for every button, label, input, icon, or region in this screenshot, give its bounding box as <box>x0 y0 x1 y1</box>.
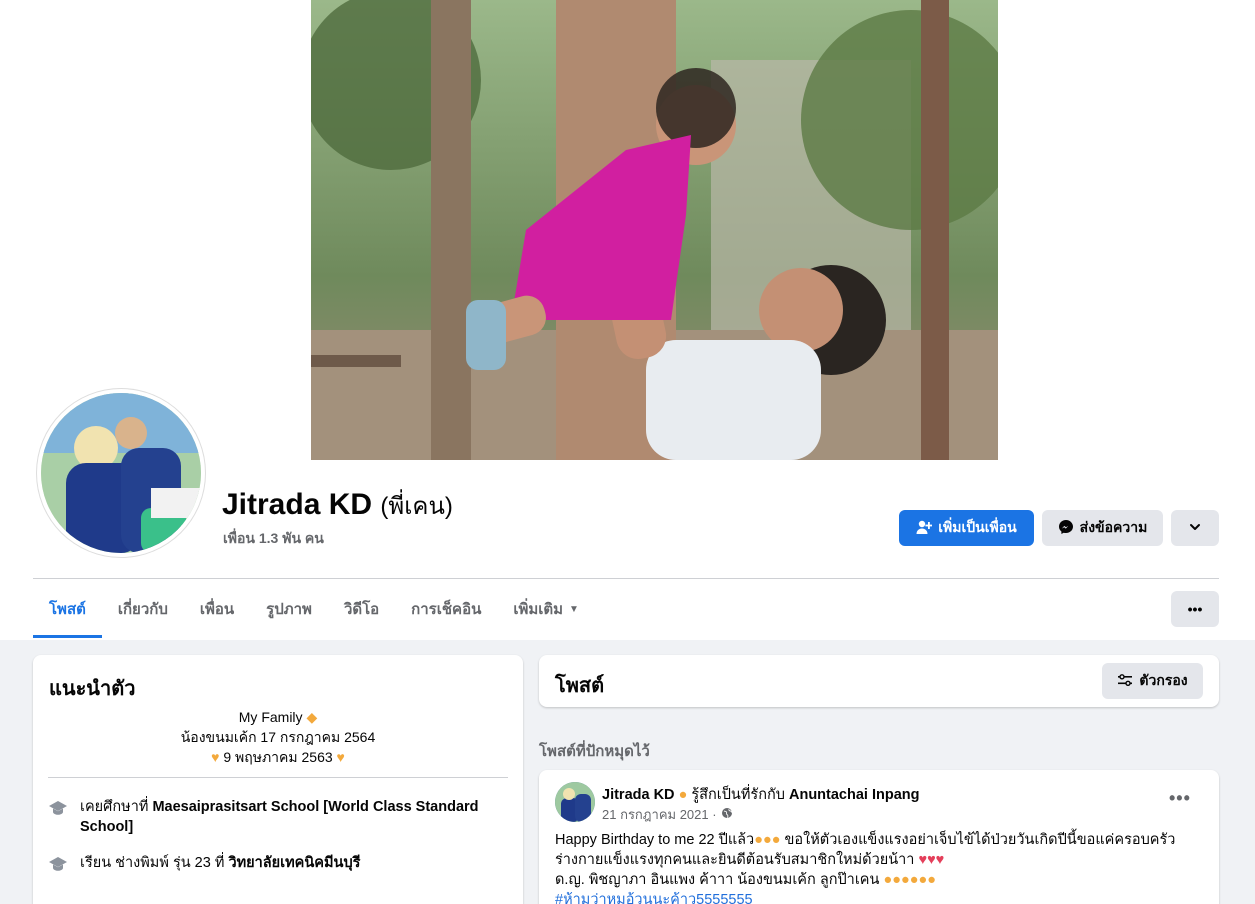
profile-tabs: โพสต์ เกี่ยวกับ เพื่อน รูปภาพ วิดีโอ การ… <box>33 580 595 638</box>
posts-title: โพสต์ <box>555 675 605 697</box>
family-emoji-icon: ◆ <box>306 709 318 725</box>
tab-label: รูปภาพ <box>266 601 312 618</box>
cover-photo[interactable] <box>311 0 998 460</box>
message-button[interactable]: ส่งข้อความ <box>1042 510 1163 546</box>
post-text: Happy Birthday to me 22 ปีแล้ว●●● ขอให้ต… <box>555 830 1205 904</box>
post-date[interactable]: 21 กรกฎาคม 2021 · <box>602 804 717 825</box>
post-hashtag[interactable]: #ห้ามว่าหมอ้วนนะค้าว5555555 <box>555 892 753 904</box>
profile-options-button[interactable]: ••• <box>1171 591 1219 627</box>
add-friend-label: เพิ่มเป็นเพื่อน <box>938 519 1017 535</box>
filter-button[interactable]: ตัวกรอง <box>1102 663 1203 699</box>
more-dots-icon: ••• <box>1187 601 1203 617</box>
friend-count[interactable]: เพื่อน 1.3 พัน คน <box>223 528 324 550</box>
tagged-person[interactable]: Anuntachai Inpang <box>789 787 920 803</box>
graduation-cap-icon <box>48 798 68 818</box>
pinned-post: Jitrada KD ● รู้สึกเป็นที่รักกับ Anuntac… <box>539 770 1219 904</box>
tab-photos[interactable]: รูปภาพ <box>250 580 328 638</box>
education-prefix: เคยศึกษาที่ <box>80 799 149 815</box>
intro-card: แนะนำตัว My Family ◆ น้องขนมเค้ก 17 กรกฎ… <box>33 655 523 904</box>
pinned-posts-label: โพสต์ที่ปักหมุดไว้ <box>539 743 650 760</box>
profile-header: Jitrada KD (พี่เคน) เพื่อน 1.3 พัน คน เพ… <box>0 0 1255 640</box>
tab-checkins[interactable]: การเช็คอิน <box>395 580 497 638</box>
post-line-1b: ขอให้ตัวเองแข็งแรงอย่าเจ็บไข้ได้ป่วยวันเ… <box>784 832 1176 848</box>
party-face-icon: ●●●●●● <box>883 872 936 888</box>
post-meta: 21 กรกฎาคม 2021 · <box>602 804 733 825</box>
school-link[interactable]: วิทยาลัยเทคนิคมีนบุรี <box>228 855 360 871</box>
education-prefix: เรียน ช่างพิมพ์ รุ่น 23 ที่ <box>80 855 225 871</box>
filter-label: ตัวกรอง <box>1139 672 1188 688</box>
post-options-button[interactable]: ••• <box>1169 788 1191 809</box>
education-row: เคยศึกษาที่ Maesaiprasitsart School [Wor… <box>48 797 510 837</box>
posts-header-card: โพสต์ ตัวกรอง <box>539 655 1219 707</box>
tab-label: เพิ่มเติม <box>513 601 564 618</box>
yellow-heart-icon: ♥ <box>336 749 345 765</box>
profile-avatar[interactable] <box>37 389 205 557</box>
post-line-1: Happy Birthday to me 22 ปีแล้ว <box>555 832 755 848</box>
intro-divider <box>48 777 508 778</box>
header-divider <box>33 578 1219 579</box>
add-friend-icon <box>916 519 933 538</box>
profile-name: Jitrada KD (พี่เคน) <box>222 486 453 526</box>
post-author-avatar[interactable] <box>555 782 595 822</box>
post-feeling: รู้สึกเป็นที่รักกับ <box>691 787 785 803</box>
filter-sliders-icon <box>1117 672 1133 691</box>
globe-icon <box>721 807 733 822</box>
messenger-icon <box>1058 519 1074 538</box>
tab-posts[interactable]: โพสต์ <box>33 580 102 638</box>
message-label: ส่งข้อความ <box>1079 519 1148 535</box>
intro-title: แนะนำตัว <box>49 678 136 700</box>
tab-more[interactable]: เพิ่มเติม ▼ <box>497 580 595 638</box>
graduation-cap-icon <box>48 854 68 874</box>
tab-label: โพสต์ <box>49 601 86 618</box>
tab-label: เกี่ยวกับ <box>117 601 168 618</box>
yellow-heart-icon: ♥ <box>211 749 220 765</box>
tab-friends[interactable]: เพื่อน <box>184 580 250 638</box>
tab-about[interactable]: เกี่ยวกับ <box>102 580 184 638</box>
tab-label: วิดีโอ <box>343 601 380 618</box>
post-author-name[interactable]: Jitrada KD <box>602 787 675 803</box>
tab-label: เพื่อน <box>199 601 235 618</box>
tab-videos[interactable]: วิดีโอ <box>328 580 395 638</box>
intro-bio: My Family ◆ น้องขนมเค้ก 17 กรกฎาคม 2564 … <box>33 707 523 767</box>
post-header: Jitrada KD ● รู้สึกเป็นที่รักกับ Anuntac… <box>602 783 920 806</box>
tab-label: การเช็คอิน <box>411 601 482 618</box>
feeling-loved-icon: ● <box>678 787 688 803</box>
profile-name-text: Jitrada KD <box>222 488 373 521</box>
education-row: เรียน ช่างพิมพ์ รุ่น 23 ที่ วิทยาลัยเทคน… <box>48 853 510 874</box>
profile-alternate-name: (พี่เคน) <box>380 493 453 520</box>
bio-line-3: 9 พฤษภาคม 2563 <box>223 749 333 765</box>
bio-line-2: น้องขนมเค้ก 17 กรกฎาคม 2564 <box>180 729 376 745</box>
add-friend-button[interactable]: เพิ่มเป็นเพื่อน <box>899 510 1034 546</box>
post-line-3: ด.ญ. พิชญาภา อินแพง ค้าาา น้องขนมเค้ก ลู… <box>555 872 880 888</box>
party-face-icon: ●●● <box>754 832 781 848</box>
heart-icon: ♥♥♥ <box>918 852 945 868</box>
caret-down-icon: ▼ <box>569 603 579 615</box>
more-actions-button[interactable] <box>1171 510 1219 546</box>
chevron-down-icon <box>1188 520 1202 537</box>
bio-line-1: My Family <box>238 709 303 725</box>
post-line-2: ร่างกายแข็งแรงทุกคนและยินดีต้อนรับสมาชิก… <box>555 852 915 868</box>
